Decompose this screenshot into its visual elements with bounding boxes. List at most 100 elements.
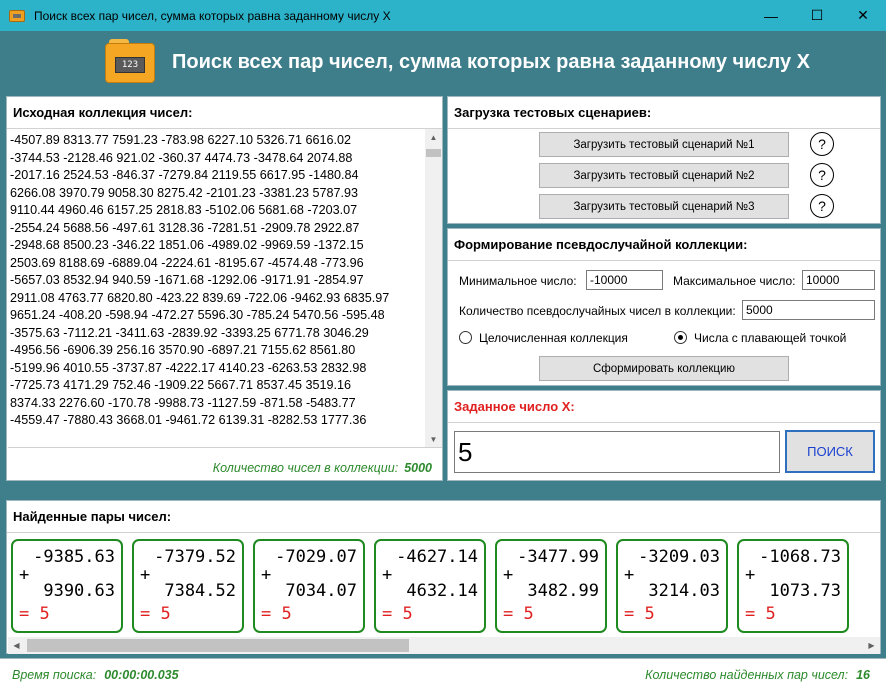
pair-first-number: -7379.52: [154, 547, 236, 567]
min-number-label: Минимальное число:: [459, 274, 577, 288]
source-line: 9110.44 4960.46 6157.25 2818.83 -5102.06…: [10, 203, 358, 217]
pair-card: -7379.52 +7384.52 = 5: [132, 539, 244, 633]
collection-count-label: Количество чисел в коллекции:: [212, 461, 399, 475]
divider: [7, 532, 880, 533]
horizontal-scrollbar[interactable]: ◀ ▶: [8, 637, 880, 654]
help-icon[interactable]: ?: [810, 163, 834, 187]
source-line: -3575.63 -7112.21 -3411.63 -2839.92 -339…: [10, 325, 369, 340]
pair-second-number: 4632.14: [406, 581, 478, 601]
test-scenarios-panel: Загрузка тестовых сценариев: Загрузить т…: [447, 96, 881, 224]
plus-sign: +: [624, 565, 635, 585]
load-scenario-3-button[interactable]: Загрузить тестовый сценарий №3: [539, 194, 789, 219]
help-icon[interactable]: ?: [810, 132, 834, 156]
pair-sum: = 5: [624, 604, 655, 624]
source-line: -4559.47 -7880.43 3668.01 -9461.72 6139.…: [10, 413, 367, 427]
pair-second-number: 7034.07: [285, 581, 357, 601]
pair-card: -1068.73 +1073.73 = 5: [737, 539, 849, 633]
pair-second-number: 1073.73: [769, 581, 841, 601]
source-line: -2017.16 2524.53 -846.37 -7279.84 2119.5…: [10, 168, 359, 182]
scroll-left-arrow-icon[interactable]: ◀: [8, 637, 25, 654]
minimize-button[interactable]: —: [748, 0, 794, 31]
app-header: 123 Поиск всех пар чисел, сумма которых …: [0, 31, 886, 95]
source-line: -5199.96 4010.55 -3737.87 -4222.17 4140.…: [10, 360, 367, 375]
load-scenario-2-button[interactable]: Загрузить тестовый сценарий №2: [539, 163, 789, 188]
search-time-value: 00:00:00.035: [104, 668, 179, 682]
help-icon[interactable]: ?: [810, 194, 834, 218]
pair-sum: = 5: [503, 604, 534, 624]
pairs-count-value: 16: [856, 668, 870, 682]
found-pairs-panel: Найденные пары чисел: -9385.63 +9390.63 = …: [6, 500, 881, 654]
pair-card: -7029.07 +7034.07 = 5: [253, 539, 365, 633]
random-title: Формирование псевдослучайной коллекции:: [454, 237, 748, 252]
pair-second-number: 7384.52: [164, 581, 236, 601]
divider: [448, 260, 880, 261]
source-line: -2948.68 8500.23 -346.22 1851.06 -4989.0…: [10, 238, 364, 252]
source-line: -4956.56 -6906.39 256.16 3570.90 -6897.2…: [10, 343, 356, 357]
min-number-field[interactable]: -10000: [586, 270, 663, 290]
float-collection-label[interactable]: Числа с плавающей точкой: [694, 331, 846, 345]
pair-card: -3477.99 +3482.99 = 5: [495, 539, 607, 633]
source-line: -2554.24 5688.56 -497.61 3128.36 -7281.5…: [10, 220, 360, 235]
pairs-count: Количество найденных пар чисел: 16: [645, 668, 870, 682]
random-count-label: Количество псевдослучайных чисел в колле…: [459, 304, 736, 318]
random-count-field[interactable]: 5000: [742, 300, 875, 320]
source-line: 2503.69 8188.69 -6889.04 -2224.61 -8195.…: [10, 255, 364, 270]
source-line: 8374.33 2276.60 -170.78 -9988.73 -1127.5…: [10, 395, 356, 410]
search-button[interactable]: ПОИСК: [785, 430, 875, 473]
plus-sign: +: [19, 565, 30, 585]
search-time: Время поиска: 00:00:00.035: [12, 668, 179, 682]
integer-collection-radio[interactable]: [459, 331, 472, 344]
max-number-field[interactable]: 10000: [802, 270, 875, 290]
pairs-count-label: Количество найденных пар чисел:: [645, 668, 849, 682]
app-icon: [9, 9, 25, 22]
source-textbox[interactable]: -4507.89 8313.77 7591.23 -783.98 6227.10…: [8, 129, 442, 448]
pair-first-number: -4627.14: [396, 547, 478, 567]
pair-sum: = 5: [140, 604, 171, 624]
source-line: 2911.08 4763.77 6820.80 -423.22 839.69 -…: [10, 290, 390, 305]
vertical-scrollbar[interactable]: ▲ ▼: [425, 129, 442, 447]
source-collection-panel: Исходная коллекция чисел: -4507.89 8313.…: [6, 96, 443, 481]
source-line: 6266.08 3970.79 9058.30 8275.42 -2101.23…: [10, 185, 359, 200]
pair-card: -3209.03 +3214.03 = 5: [616, 539, 728, 633]
max-number-label: Максимальное число:: [673, 274, 796, 288]
scroll-right-arrow-icon[interactable]: ▶: [863, 637, 880, 654]
generate-collection-button[interactable]: Сформировать коллекцию: [539, 356, 789, 381]
integer-collection-label[interactable]: Целочисленная коллекция: [479, 331, 628, 345]
plus-sign: +: [140, 565, 151, 585]
target-number-panel: Заданное число X: 5 ПОИСК: [447, 390, 881, 481]
pair-first-number: -3477.99: [517, 547, 599, 567]
scroll-down-arrow-icon[interactable]: ▼: [425, 431, 442, 447]
source-lines: -4507.89 8313.77 7591.23 -783.98 6227.10…: [10, 132, 389, 430]
source-line: -7725.73 4171.29 752.46 -1909.22 5667.71…: [10, 378, 352, 392]
horizontal-scroll-thumb[interactable]: [27, 639, 409, 652]
source-line: -5657.03 8532.94 940.59 -1671.68 -1292.0…: [10, 273, 364, 287]
float-collection-radio[interactable]: [674, 331, 687, 344]
pair-sum: = 5: [19, 604, 50, 624]
pair-first-number: -7029.07: [275, 547, 357, 567]
collection-count: Количество чисел в коллекции: 5000: [213, 461, 432, 475]
target-number-input[interactable]: 5: [454, 431, 780, 473]
header-title: Поиск всех пар чисел, сумма которых равн…: [172, 51, 810, 73]
source-line: 9651.24 -408.20 -598.94 -472.27 5596.30 …: [10, 308, 385, 322]
source-title: Исходная коллекция чисел:: [13, 105, 193, 120]
load-scenario-1-button[interactable]: Загрузить тестовый сценарий №1: [539, 132, 789, 157]
divider: [448, 128, 880, 129]
pair-second-number: 9390.63: [43, 581, 115, 601]
scenarios-title: Загрузка тестовых сценариев:: [454, 105, 652, 120]
calculator-folder-icon: 123: [105, 39, 155, 85]
plus-sign: +: [503, 565, 514, 585]
pair-first-number: -9385.63: [33, 547, 115, 567]
search-time-label: Время поиска:: [12, 668, 97, 682]
logo-display: 123: [115, 57, 145, 73]
target-title: Заданное число X:: [454, 399, 575, 414]
scroll-thumb[interactable]: [426, 149, 441, 157]
status-bar: Время поиска: 00:00:00.035 Количество най…: [0, 658, 886, 693]
pair-sum: = 5: [745, 604, 776, 624]
source-line: -3744.53 -2128.46 921.02 -360.37 4474.73…: [10, 150, 353, 165]
pair-card: -9385.63 +9390.63 = 5: [11, 539, 123, 633]
maximize-button[interactable]: ☐: [794, 0, 840, 31]
window-controls: — ☐ ✕: [748, 0, 886, 31]
close-button[interactable]: ✕: [840, 0, 886, 31]
pair-second-number: 3214.03: [648, 581, 720, 601]
scroll-up-arrow-icon[interactable]: ▲: [425, 129, 442, 146]
